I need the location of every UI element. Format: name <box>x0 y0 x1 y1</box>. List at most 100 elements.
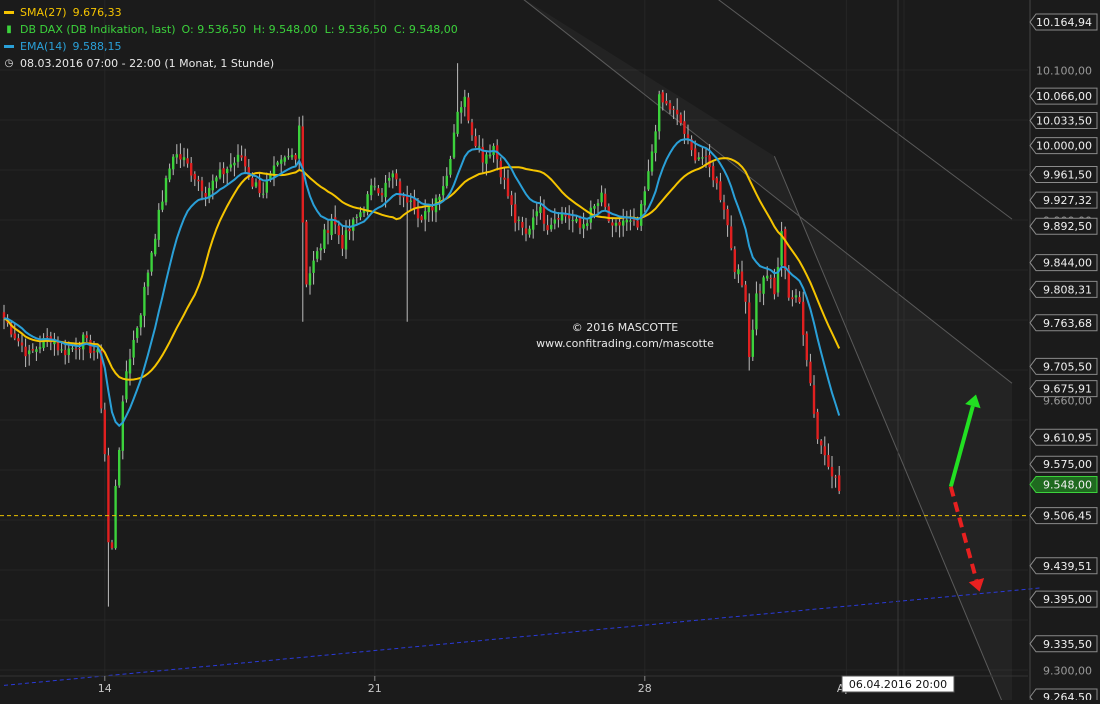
candle-body <box>812 385 816 414</box>
price-level-tag[interactable]: 9.808,31 <box>1029 280 1098 298</box>
price-level-tag[interactable]: 9.763,68 <box>1029 314 1098 332</box>
price-level-tag[interactable]: 9.927,32 <box>1029 191 1098 209</box>
price-level-tag[interactable]: 9.675,91 <box>1029 380 1098 398</box>
candle[interactable] <box>816 408 819 444</box>
candle-body <box>222 168 225 175</box>
candle-body <box>514 204 517 223</box>
price-level-tag[interactable]: 9.610,95 <box>1029 428 1098 446</box>
candle-body <box>110 542 114 549</box>
candle-body <box>647 171 650 190</box>
candle-body <box>614 222 618 226</box>
candle-body <box>701 157 704 159</box>
candle-body <box>733 249 736 273</box>
candle-body <box>766 275 769 279</box>
price-level-tag[interactable]: 9.506,45 <box>1029 507 1098 525</box>
price-level-tag[interactable]: 9.892,50 <box>1029 217 1098 235</box>
candle[interactable] <box>114 479 117 550</box>
candle-body <box>179 154 182 160</box>
price-level-tag[interactable]: 10.033,50 <box>1029 112 1098 130</box>
legend-price[interactable]: ▮ DB DAX (DB Indikation, last) O: 9.536,… <box>4 21 458 38</box>
price-level-tag[interactable]: 9.395,00 <box>1029 590 1098 608</box>
candle[interactable] <box>121 395 124 460</box>
candle[interactable] <box>305 219 308 288</box>
candle[interactable] <box>118 447 121 488</box>
candle-body <box>816 411 819 440</box>
candle-body <box>600 192 603 203</box>
price-level-tag[interactable]: 9.961,50 <box>1029 166 1098 184</box>
candle-body <box>13 333 16 339</box>
legend-ema[interactable]: EMA(14) 9.588,15 <box>4 38 458 55</box>
price-tag-label: 9.575,00 <box>1043 458 1092 471</box>
price-level-tag[interactable]: 9.575,00 <box>1029 455 1098 473</box>
legend-period: ◷ 08.03.2016 07:00 - 22:00 (1 Monat, 1 S… <box>4 55 458 72</box>
candle-body <box>71 348 74 350</box>
price-level-tag[interactable]: 9.548,00 <box>1029 475 1098 493</box>
candle-body <box>146 272 150 287</box>
candle-body <box>384 182 387 198</box>
candle-body <box>704 155 708 157</box>
candle-body <box>827 455 830 467</box>
candle-body <box>535 211 538 217</box>
candle-body <box>370 185 373 196</box>
candle-body <box>715 178 718 184</box>
candle-body <box>85 335 88 338</box>
candle-body <box>640 204 643 226</box>
price-level-tag[interactable]: 10.066,00 <box>1029 87 1098 105</box>
candle-body <box>168 168 171 180</box>
candle-body <box>506 178 510 197</box>
candle-body <box>661 92 664 103</box>
candle-body <box>683 121 686 134</box>
candle-body <box>478 146 481 148</box>
candle-body <box>283 157 286 162</box>
candle-body <box>193 173 196 180</box>
candle-body <box>654 131 657 154</box>
candle[interactable] <box>449 155 452 178</box>
candle-body <box>82 334 85 350</box>
legend-sma[interactable]: SMA(27) 9.676,33 <box>4 4 458 21</box>
candle[interactable] <box>164 175 168 206</box>
candle-body <box>197 179 200 182</box>
candle-body <box>125 371 128 400</box>
candle-body <box>53 341 56 345</box>
candle[interactable] <box>467 92 470 124</box>
price-level-tag[interactable]: 10.000,00 <box>1029 137 1098 155</box>
candle-body <box>449 159 452 175</box>
y-tick-label: 10.100,00 <box>1036 65 1092 78</box>
price-level-tag[interactable]: 9.264,50 <box>1029 688 1098 704</box>
x-tick-label: 28 <box>638 682 652 695</box>
price-tag-label: 10.066,00 <box>1036 90 1092 103</box>
price-level-tag[interactable]: 9.844,00 <box>1029 254 1098 272</box>
candle-body <box>625 219 628 223</box>
price-tag-label: 9.335,50 <box>1043 638 1092 651</box>
candle-body <box>236 154 240 162</box>
candle-body <box>611 222 614 226</box>
candle-body <box>330 218 333 236</box>
price-ohlc: O: 9.536,50 H: 9.548,00 L: 9.536,50 C: 9… <box>181 23 458 36</box>
candle-body <box>474 136 477 147</box>
candle-body <box>546 225 549 231</box>
candle-body <box>67 348 70 356</box>
price-level-tag[interactable]: 9.335,50 <box>1029 635 1098 653</box>
price-level-tag[interactable]: 10.164,94 <box>1029 13 1098 31</box>
price-level-tag[interactable]: 9.705,50 <box>1029 357 1098 375</box>
candle-body <box>132 339 135 358</box>
candle-body <box>550 224 553 230</box>
candle-body <box>769 277 772 279</box>
candle-body <box>593 205 596 209</box>
candle-body <box>78 348 81 350</box>
candle-body <box>308 273 312 286</box>
candle-body <box>121 401 124 451</box>
candle-body <box>758 291 762 293</box>
candle-body <box>582 224 585 229</box>
candle-body <box>740 271 744 286</box>
candle-body <box>751 329 754 357</box>
candle-body <box>377 188 380 194</box>
price-label: DB DAX (DB Indikation, last) <box>20 23 176 36</box>
candle-body <box>463 96 466 107</box>
price-tag-label: 10.033,50 <box>1036 115 1092 128</box>
candle-body <box>164 177 168 203</box>
candle-body <box>233 162 236 166</box>
candle[interactable] <box>103 402 106 462</box>
clock-icon: ◷ <box>4 58 14 69</box>
price-level-tag[interactable]: 9.439,51 <box>1029 557 1098 575</box>
